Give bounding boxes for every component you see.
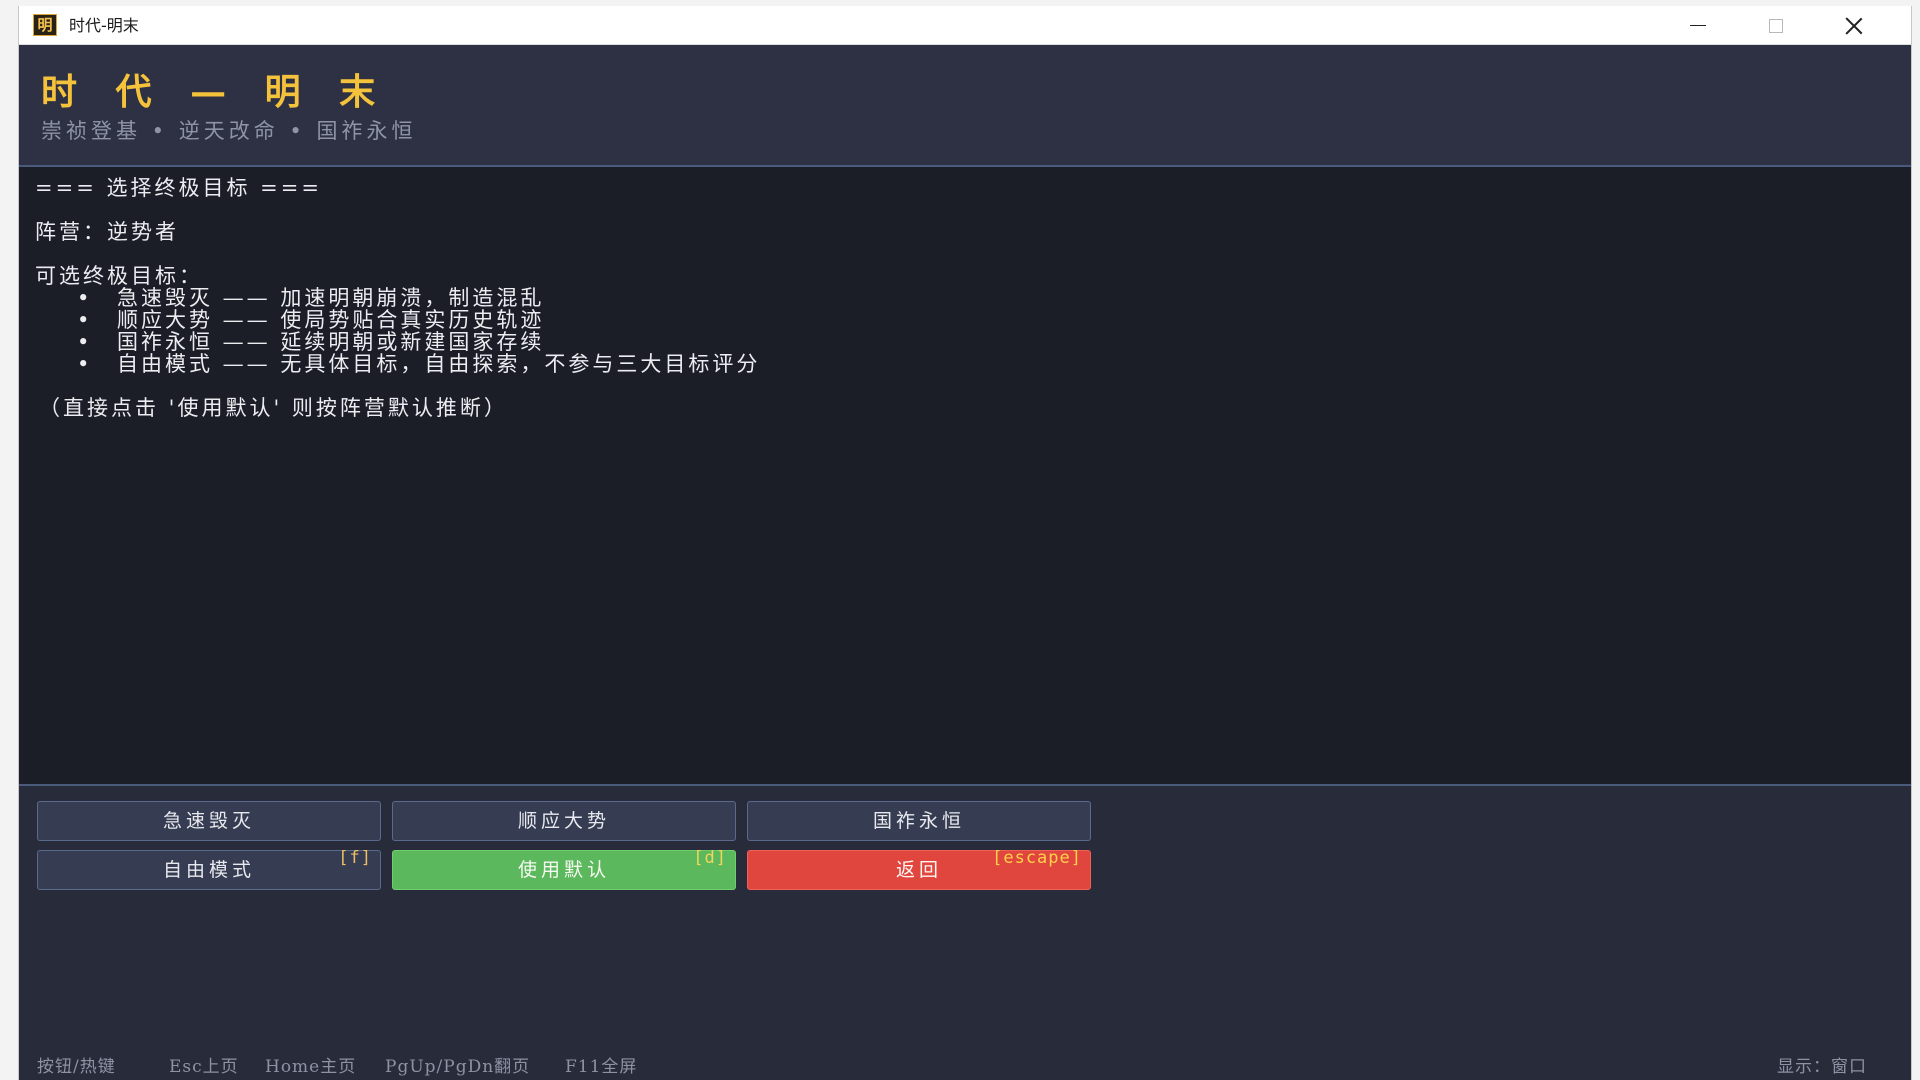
status-buttons-hotkeys: 按钮/热键 [37,1057,116,1077]
follow-trend-button[interactable]: 顺应大势 [392,801,736,841]
status-fullscreen-hint: F11全屏 [565,1057,638,1077]
button-label: 急速毁灭 [162,810,255,832]
hotkey-badge: [escape] [992,848,1082,868]
app-window: 明 时代-明末 时 代 — 明 末 崇祯登基 • 逆天改命 • 国祚永恒 ===… [18,6,1912,1080]
list-item: • 自由模式 —— 无具体目标，自由探索，不参与三大目标评分 [77,351,760,378]
button-label: 国祚永恒 [872,810,965,832]
window-title: 时代-明末 [69,16,139,35]
bullet: • [77,352,93,376]
button-label: 使用默认 [517,859,610,881]
page-subtitle: 崇祯登基 • 逆天改命 • 国祚永恒 [41,119,417,143]
use-default-button[interactable]: 使用默认 [d] [392,848,736,890]
default-hint: （直接点击 '使用默认' 则按阵营默认推断） [39,396,508,420]
action-buttons: 急速毁灭 顺应大势 国祚永恒 自由模式 [f] 使用默认 [d] 返回 [esc… [19,786,1911,1036]
app-logo-icon: 明 [33,14,57,36]
status-display-mode: 显示：窗口 [1777,1057,1867,1077]
maximize-button[interactable] [1737,6,1815,45]
free-mode-button[interactable]: 自由模式 [f] [37,848,381,890]
text-output-panel: === 选择终极目标 === 阵营：逆势者 可选终极目标： • 急速毁灭 —— 加… [19,167,1911,786]
button-label: 返回 [895,859,942,881]
rapid-destroy-button[interactable]: 急速毁灭 [37,801,381,841]
status-bar: 按钮/热键 Esc上页 Home主页 PgUp/PgDn翻页 F11全屏 显示：… [19,1046,1911,1080]
page-title: 时 代 — 明 末 [41,71,389,113]
window-titlebar[interactable]: 明 时代-明末 [19,6,1911,45]
option-text: 自由模式 —— 无具体目标，自由探索，不参与三大目标评分 [117,352,761,376]
hotkey-badge: [f] [338,848,372,868]
faction-line: 阵营：逆势者 [35,220,179,244]
status-page-hint: PgUp/PgDn翻页 [385,1057,531,1077]
status-esc-hint: Esc上页 [169,1057,239,1077]
button-label: 顺应大势 [517,810,610,832]
minimize-button[interactable] [1659,6,1737,45]
hotkey-badge: [d] [693,848,727,868]
app-header: 时 代 — 明 末 崇祯登基 • 逆天改命 • 国祚永恒 [19,45,1911,167]
maximize-icon [1769,18,1783,33]
section-heading: === 选择终极目标 === [35,176,322,200]
back-button[interactable]: 返回 [escape] [747,848,1091,890]
minimize-icon [1690,24,1706,27]
close-button[interactable] [1815,6,1893,45]
button-label: 自由模式 [162,859,255,881]
close-icon [1845,17,1863,35]
eternal-state-button[interactable]: 国祚永恒 [747,801,1091,841]
status-home-hint: Home主页 [265,1057,357,1077]
